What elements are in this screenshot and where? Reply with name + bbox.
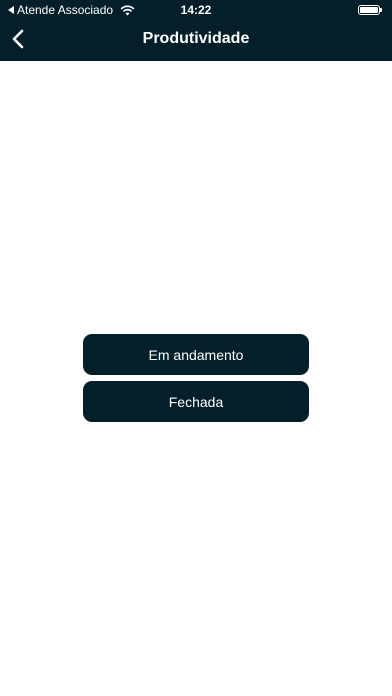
- status-bar: Atende Associado 14:22: [0, 0, 392, 20]
- battery-icon: [358, 5, 382, 15]
- page-title: Produtividade: [142, 30, 250, 47]
- app-header: Atende Associado 14:22 Produtividade: [0, 0, 392, 61]
- screen: Atende Associado 14:22 Produtividade Em …: [0, 0, 392, 696]
- closed-button[interactable]: Fechada: [83, 381, 309, 422]
- status-time: 14:22: [180, 3, 212, 17]
- in-progress-button[interactable]: Em andamento: [83, 334, 309, 375]
- closed-button-label: Fechada: [168, 393, 224, 410]
- in-progress-button-label: Em andamento: [148, 346, 244, 363]
